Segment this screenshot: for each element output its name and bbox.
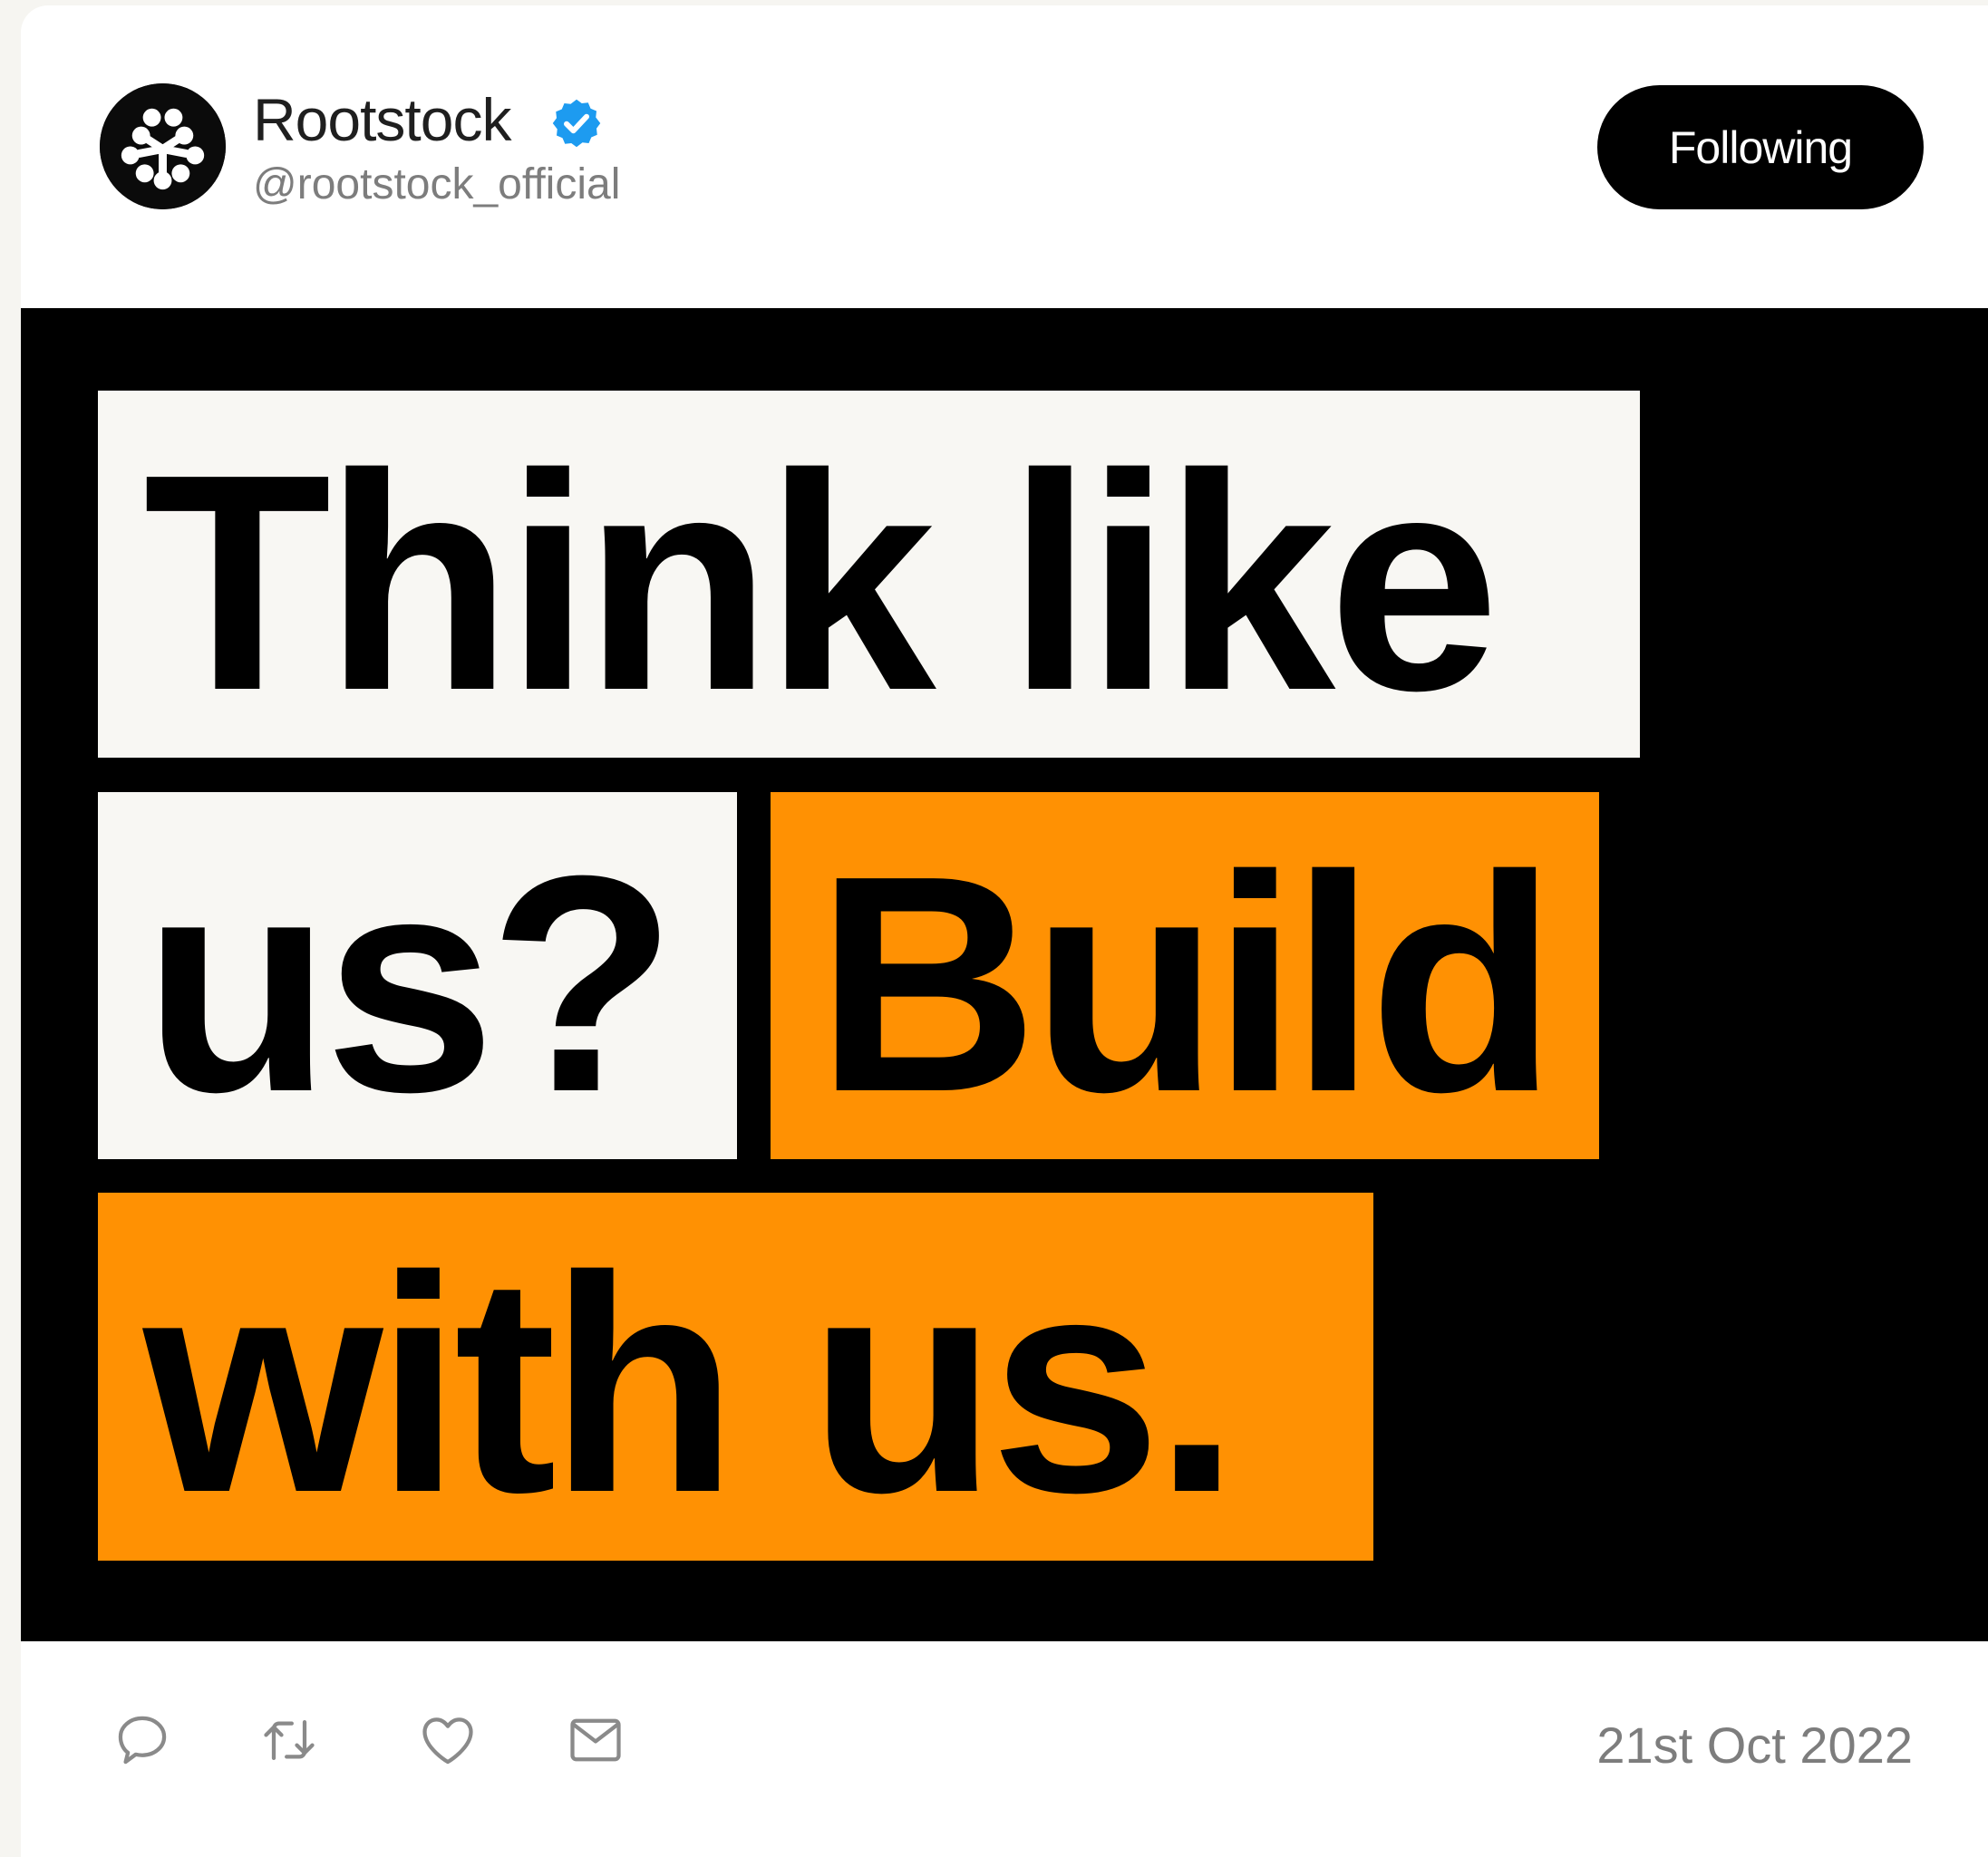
headline-text: us? [143, 812, 676, 1156]
headline-text: with us. [143, 1213, 1240, 1557]
mail-icon[interactable] [565, 1709, 626, 1771]
rootstock-logo-icon [100, 83, 226, 209]
headline-block-with-us: with us. [98, 1193, 1373, 1561]
display-name[interactable]: Rootstock [253, 83, 511, 156]
verified-badge-icon [549, 96, 604, 150]
reply-icon[interactable] [112, 1709, 173, 1771]
tweet-card: Rootstock @rootstock_official Following … [21, 5, 1988, 1857]
headline-block-us: us? [98, 792, 737, 1159]
following-button[interactable]: Following [1597, 85, 1924, 209]
headline-text: Think like [143, 411, 1499, 755]
headline-block-build: Build [771, 792, 1599, 1159]
user-handle[interactable]: @rootstock_official [253, 158, 620, 212]
post-image[interactable]: Think like us? Build with us. [21, 308, 1988, 1641]
like-icon[interactable] [417, 1709, 479, 1771]
retweet-icon[interactable] [258, 1709, 320, 1771]
headline-text: Build [816, 812, 1557, 1156]
post-date: 21st Oct 2022 [1596, 1717, 1913, 1774]
avatar[interactable] [100, 83, 226, 209]
headline-block-think-like: Think like [98, 391, 1640, 758]
action-bar: 21st Oct 2022 [21, 1691, 1988, 1800]
